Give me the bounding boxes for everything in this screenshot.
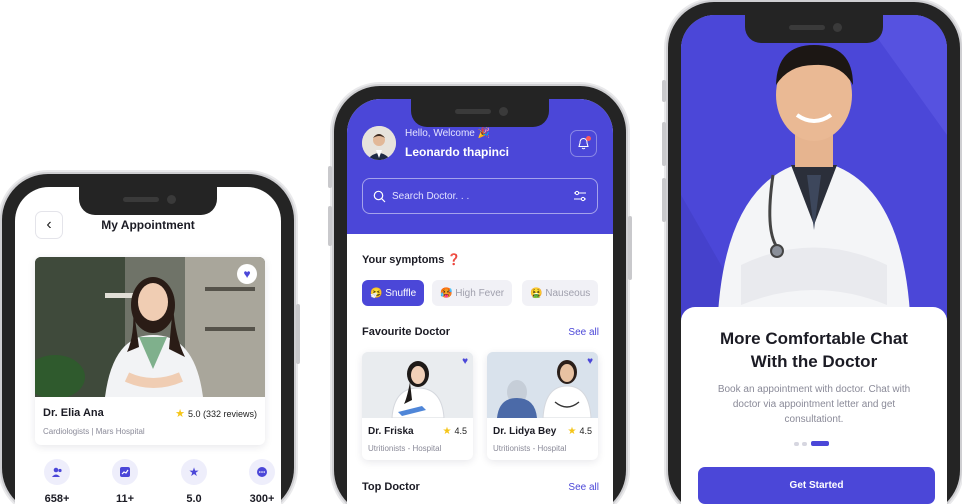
favourite-doctor-card[interactable]: ♥ Dr. Friska ★ 4.5 Utritionists - Hospita… (362, 352, 473, 460)
doctor-card[interactable]: ♥ Dr. Elia Ana ★ 5.0 (332 reviews) Cardio… (35, 257, 265, 445)
notch (745, 15, 883, 43)
notch (79, 187, 217, 215)
appointment-phone: ‹ My Appointment ♥ Dr. Elia Ana ★ 5.0 (3… (2, 174, 300, 504)
notification-dot (586, 136, 591, 141)
heart-icon: ♥ (243, 267, 251, 281)
volume-button (662, 178, 666, 222)
onboarding-title: More Comfortable Chat With the Doctor (720, 329, 908, 371)
stat-value: 5.0 (186, 493, 202, 504)
favorite-button[interactable]: ♥ (237, 264, 257, 284)
stat-value: 11+ (115, 493, 135, 504)
power-button (296, 304, 300, 364)
doctor-name: Dr. Friska (368, 426, 414, 437)
filter-icon[interactable] (573, 190, 587, 202)
search-icon (373, 190, 386, 202)
heart-icon[interactable]: ♥ (587, 356, 593, 367)
stat-patients: 658+ (35, 459, 79, 504)
volume-button (662, 122, 666, 166)
doctor-photo: ♥ (487, 352, 598, 418)
volume-button (328, 206, 332, 246)
stat-value: 300+ (249, 493, 275, 504)
symptom-chips: 🤧 Snuffle 🥵 High Fever 🤮 Nauseous (362, 280, 613, 306)
favourite-title: Favourite Doctor (362, 326, 451, 338)
doctor-photo: ♥ (362, 352, 473, 418)
search-input[interactable]: Search Doctor. . . (362, 178, 598, 214)
hero-image (681, 15, 947, 335)
onboarding-screen: More Comfortable Chat With the Doctor Bo… (681, 15, 947, 504)
stat-experience: 11+ (103, 459, 147, 504)
doctor-specialty: Cardiologists | Mars Hospital (43, 427, 145, 436)
onboarding-description: Book an appointment with doctor. Chat wi… (717, 384, 911, 425)
doctor-stats: 658+ 11+ ★ 5.0 300+ (35, 459, 280, 504)
appointment-screen: ‹ My Appointment ♥ Dr. Elia Ana ★ 5.0 (3… (15, 187, 281, 504)
mute-switch (328, 166, 332, 188)
chat-icon (249, 459, 275, 485)
page-dot[interactable] (802, 442, 807, 446)
avatar[interactable] (362, 126, 396, 160)
page-indicator (794, 441, 834, 447)
stat-reviews: 300+ (240, 459, 281, 504)
chip-high-fever[interactable]: 🥵 High Fever (432, 280, 513, 306)
stat-rating: ★ 5.0 (172, 459, 216, 504)
get-started-button[interactable]: Get Started (698, 467, 935, 504)
doctor-photo: ♥ (35, 257, 265, 397)
heart-icon[interactable]: ♥ (462, 356, 468, 367)
star-icon: ★ (567, 426, 577, 437)
patients-icon (44, 459, 70, 485)
doctor-rating: ★ 4.5 (442, 426, 467, 437)
doctor-hero-photo (681, 15, 947, 335)
star-icon: ★ (181, 459, 207, 485)
doctor-name: Dr. Elia Ana (43, 407, 104, 419)
page-title: My Appointment (101, 218, 195, 232)
stat-value: 658+ (44, 493, 70, 504)
star-icon: ★ (442, 426, 452, 437)
star-icon: ★ (175, 408, 185, 420)
user-name: Leonardo thapinci (405, 145, 510, 159)
top-doctor-see-all-link[interactable]: See all (568, 482, 599, 493)
doctor-specialty: Utritionists - Hospital (493, 444, 567, 453)
doctor-portrait (35, 257, 265, 397)
doctor-rating: ★ 4.5 (567, 426, 592, 437)
experience-icon (112, 459, 138, 485)
page-dot[interactable] (794, 442, 799, 446)
search-placeholder: Search Doctor. . . (392, 190, 470, 202)
home-phone: Hello, Welcome 🎉 Leonardo thapinci Searc… (328, 86, 632, 504)
home-screen: Hello, Welcome 🎉 Leonardo thapinci Searc… (347, 99, 613, 504)
top-doctor-title: Top Doctor (362, 481, 420, 493)
symptoms-title: Your symptoms ❓ (362, 254, 462, 266)
doctor-specialty: Utritionists - Hospital (368, 444, 442, 453)
mute-switch (662, 80, 666, 102)
page-dot-active[interactable] (811, 441, 829, 446)
favourite-see-all-link[interactable]: See all (568, 327, 599, 338)
power-button (628, 216, 632, 280)
greeting-text: Hello, Welcome 🎉 (405, 128, 491, 139)
onboarding-phone: More Comfortable Chat With the Doctor Bo… (662, 2, 960, 504)
chip-snuffle[interactable]: 🤧 Snuffle (362, 280, 425, 306)
notification-button[interactable] (570, 130, 597, 157)
notch (411, 99, 549, 127)
appointment-header: ‹ My Appointment (15, 211, 281, 241)
favourite-doctor-card[interactable]: ♥ Dr. Lidya Bey ★ 4.5 Utritionists - Hosp… (487, 352, 598, 460)
onboarding-panel: More Comfortable Chat With the Doctor Bo… (681, 307, 947, 504)
doctor-rating: ★ 5.0 (332 reviews) (175, 408, 257, 420)
chip-nauseous[interactable]: 🤮 Nauseous (522, 280, 599, 306)
doctor-name: Dr. Lidya Bey (493, 426, 557, 437)
